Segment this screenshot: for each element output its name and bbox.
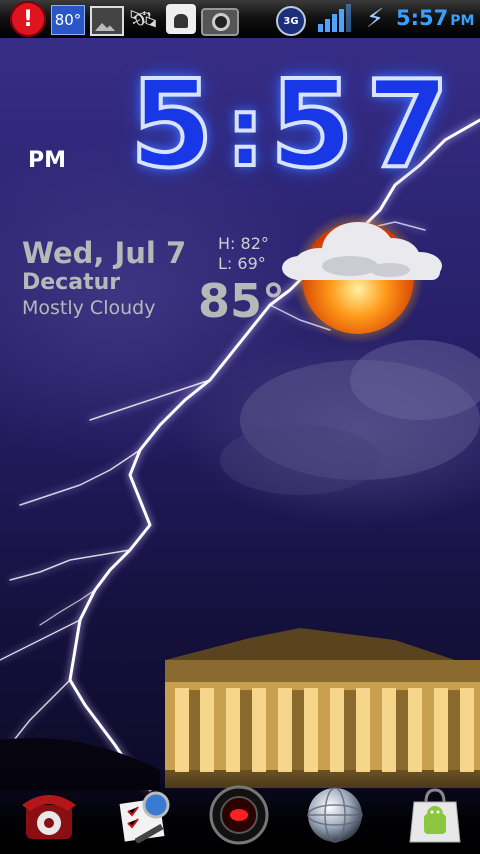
weather-city: Decatur [22,270,121,295]
browser-globe-icon[interactable] [302,784,368,846]
gallery-icon[interactable] [90,6,124,36]
status-bar[interactable]: ! 80° 🛰︎ 3G ⚡︎ 5:57 PM [0,0,480,38]
clock-colon: : [224,74,266,190]
weather-date: Wed, Jul 7 [22,236,187,270]
clock-minute-ones: 7 [364,56,451,195]
temple-silhouette [165,628,480,788]
temperature-icon[interactable]: 80° [51,5,85,35]
app-drawer-icon[interactable] [206,784,272,846]
satellite-icon[interactable]: 🛰︎ [128,4,158,34]
network-3g-icon: 3G [276,6,306,36]
network-type-label: 3G [283,15,299,27]
weather-condition: Mostly Cloudy [22,297,156,319]
weather-current-temp: 85° [198,274,286,328]
weather-high-low: H: 82° L: 69° [218,234,269,274]
status-time: 5:57 [396,6,449,30]
alert-icon[interactable]: ! [10,1,46,37]
battery-icon: ⚡︎ [365,4,385,34]
status-ampm: PM [450,13,475,29]
clock-ampm: PM [28,148,67,173]
weather-low: L: 69° [218,254,266,273]
clock-widget[interactable]: 5 : 5 7 [128,56,460,195]
market-icon[interactable] [402,784,468,846]
status-clock: 5:57 PM [396,6,474,30]
partly-cloudy-sun-icon [280,206,446,346]
camera-icon[interactable] [201,8,239,36]
phone-icon[interactable] [16,784,82,846]
clock-minute-tens: 5 [268,56,355,195]
status-temperature: 80° [54,11,82,29]
weather-high: H: 82° [218,234,269,253]
android-debug-icon[interactable] [166,4,196,34]
signal-strength-icon [316,4,351,34]
dock [0,770,480,854]
clock-hour: 5 [128,56,215,195]
tasks-icon[interactable] [112,784,178,846]
